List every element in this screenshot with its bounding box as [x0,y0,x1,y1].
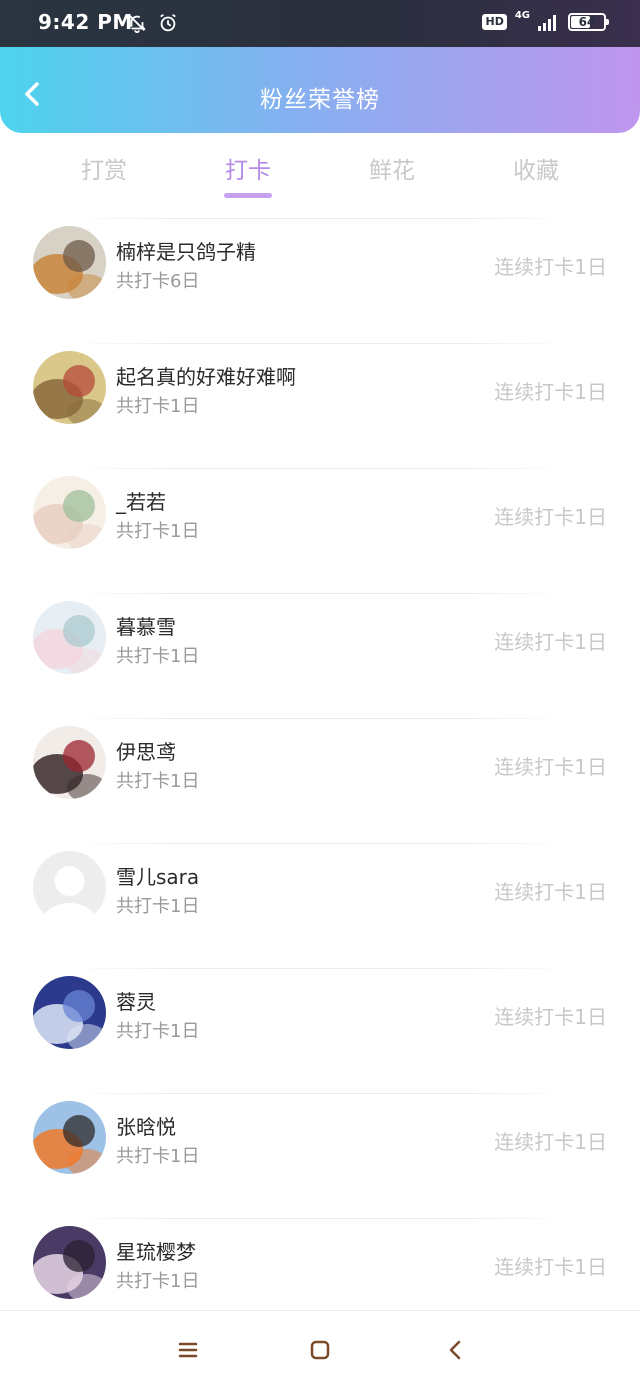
streak-checkins: 连续打卡1日 [494,755,607,779]
fan-list: 楠梓是只鸽子精 共打卡6日 连续打卡1日 起名真的好难好难啊 共打卡1日 连续打… [0,218,640,1343]
status-time: 9:42 PM [38,10,133,34]
tab-bar: 打赏 打卡 鲜花 收藏 [0,133,640,205]
total-checkins: 共打卡1日 [116,1146,200,1167]
page-header: 粉丝荣誉榜 [0,47,640,133]
fan-name: 起名真的好难好难啊 [116,365,296,389]
battery-level: 64 [578,15,596,29]
tab-flowers[interactable]: 鲜花 [332,151,452,185]
tab-reward[interactable]: 打赏 [44,151,164,185]
fan-name: _若若 [116,490,166,514]
avatar[interactable] [33,726,106,799]
back-triangle-icon [449,1340,461,1360]
list-item[interactable]: 伊思鸢 共打卡1日 连续打卡1日 [0,718,640,843]
avatar[interactable] [33,351,106,424]
avatar[interactable] [33,476,106,549]
list-item[interactable]: 张晗悦 共打卡1日 连续打卡1日 [0,1093,640,1218]
network-type: 4G [514,10,530,21]
streak-checkins: 连续打卡1日 [494,880,607,904]
fan-name: 暮慕雪 [116,615,176,639]
list-item[interactable]: 蓉灵 共打卡1日 连续打卡1日 [0,968,640,1093]
signal-icon [538,15,556,31]
status-icons-right: HD 4G 64 [482,10,609,31]
total-checkins: 共打卡1日 [116,646,200,667]
list-item[interactable]: _若若 共打卡1日 连续打卡1日 [0,468,640,593]
fan-name: 雪儿sara [116,865,200,889]
fan-name: 伊思鸢 [116,740,176,764]
default-avatar-icon[interactable] [33,851,106,924]
avatar[interactable] [33,976,106,1049]
alarm-clock-icon [160,13,176,32]
total-checkins: 共打卡1日 [116,1021,200,1042]
list-item[interactable]: 起名真的好难好难啊 共打卡1日 连续打卡1日 [0,343,640,468]
streak-checkins: 连续打卡1日 [494,255,607,279]
streak-checkins: 连续打卡1日 [494,1130,607,1154]
total-checkins: 共打卡1日 [116,521,200,542]
streak-checkins: 连续打卡1日 [494,380,607,404]
total-checkins: 共打卡1日 [116,1271,200,1292]
fan-name: 蓉灵 [116,990,156,1014]
status-bar: 9:42 PM HD 4G 64 [0,0,640,47]
list-item[interactable]: 雪儿sara 共打卡1日 连续打卡1日 [0,843,640,968]
hd-icon: HD [482,14,507,30]
bell-muted-icon [129,15,146,34]
streak-checkins: 连续打卡1日 [494,1005,607,1029]
tab-favorites[interactable]: 收藏 [476,151,596,185]
avatar[interactable] [33,1101,106,1174]
home-button[interactable] [307,1337,333,1363]
streak-checkins: 连续打卡1日 [494,505,607,529]
total-checkins: 共打卡1日 [116,396,200,417]
home-square-icon [310,1340,330,1360]
fan-name: 张晗悦 [116,1115,176,1139]
active-tab-indicator [224,193,272,198]
streak-checkins: 连续打卡1日 [494,630,607,654]
fan-name: 星琉樱梦 [116,1240,196,1264]
fan-name: 楠梓是只鸽子精 [116,240,256,264]
avatar[interactable] [33,226,106,299]
list-item[interactable]: 暮慕雪 共打卡1日 连续打卡1日 [0,593,640,718]
streak-checkins: 连续打卡1日 [494,1255,607,1279]
tab-checkin[interactable]: 打卡 [188,151,308,185]
page-title: 粉丝荣誉榜 [260,87,380,113]
system-nav-bar [0,1310,640,1388]
avatar[interactable] [33,1226,106,1299]
total-checkins: 共打卡1日 [116,896,200,917]
list-item[interactable]: 楠梓是只鸽子精 共打卡6日 连续打卡1日 [0,218,640,343]
total-checkins: 共打卡1日 [116,771,200,792]
menu-icon [178,1342,198,1358]
status-icons-left [126,12,179,38]
recent-apps-button[interactable] [175,1337,201,1363]
battery-icon: 64 [568,13,609,31]
total-checkins: 共打卡6日 [116,271,200,292]
avatar[interactable] [33,601,106,674]
battery-tip [606,19,609,25]
back-nav-button[interactable] [442,1337,468,1363]
